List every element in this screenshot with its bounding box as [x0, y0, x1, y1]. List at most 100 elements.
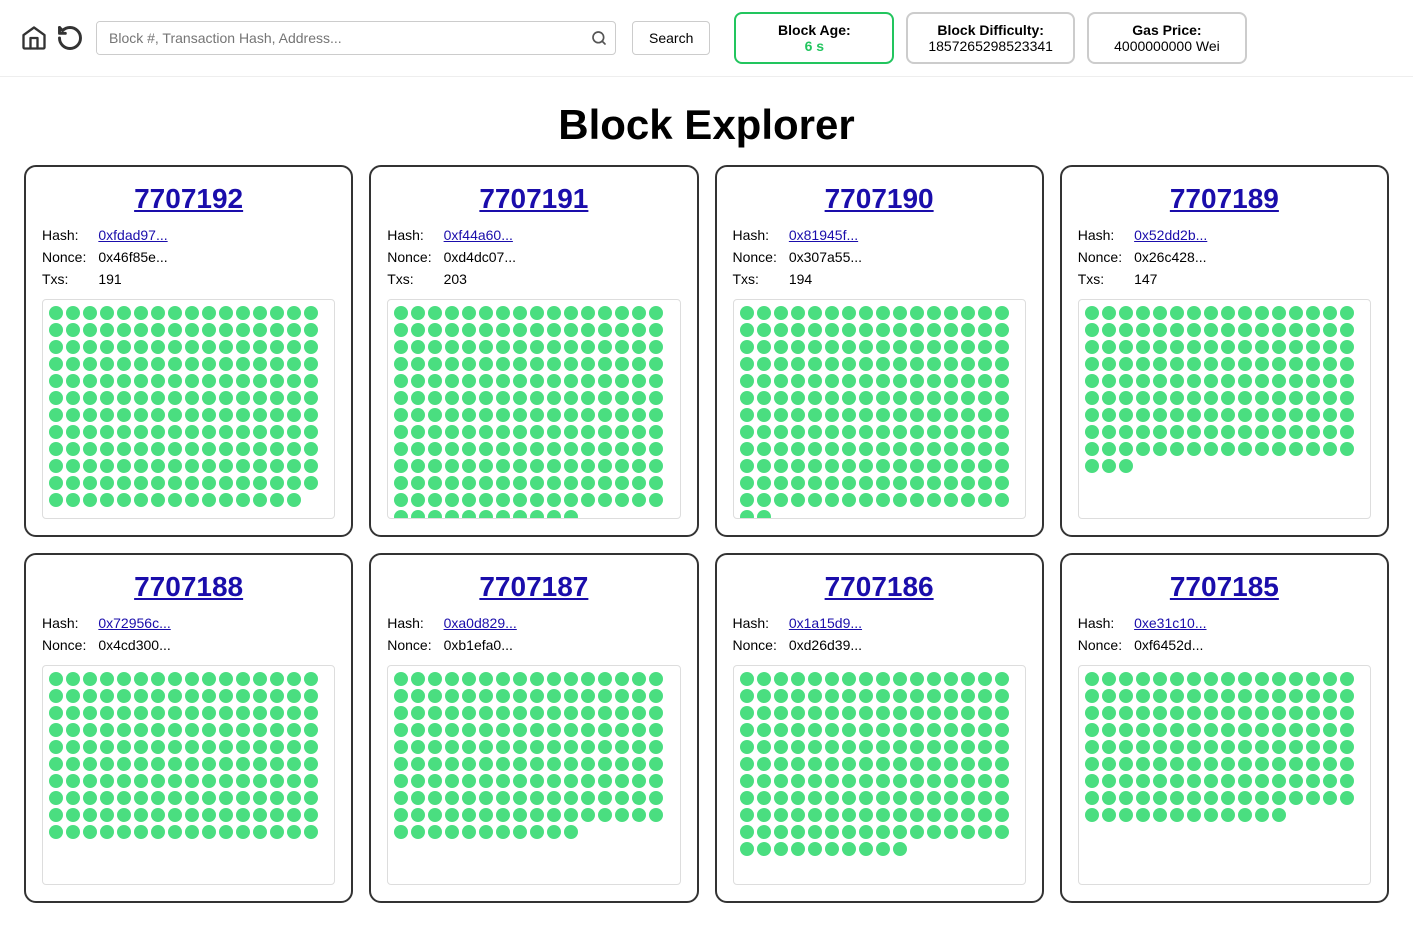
tx-dot [66, 672, 80, 686]
tx-dot [513, 459, 527, 473]
tx-dot [927, 706, 941, 720]
home-icon[interactable] [20, 24, 48, 52]
tx-dot [462, 510, 476, 519]
tx-dot [1102, 723, 1116, 737]
tx-dot [791, 723, 805, 737]
dot-grid-container[interactable] [733, 299, 1026, 519]
tx-dot [253, 340, 267, 354]
tx-dot [513, 493, 527, 507]
tx-dot [168, 340, 182, 354]
tx-dot [910, 791, 924, 805]
tx-dot [479, 357, 493, 371]
tx-dot [462, 808, 476, 822]
tx-dot [547, 425, 561, 439]
tx-dot [394, 391, 408, 405]
tx-dot [944, 374, 958, 388]
tx-dot [842, 791, 856, 805]
tx-dot [1136, 323, 1150, 337]
tx-dot [479, 757, 493, 771]
tx-dot [1306, 791, 1320, 805]
tx-dot [219, 442, 233, 456]
tx-dot [1340, 672, 1354, 686]
hash-value[interactable]: 0x72956c... [98, 615, 335, 631]
tx-dot [859, 672, 873, 686]
hash-value[interactable]: 0x1a15d9... [789, 615, 1026, 631]
hash-value[interactable]: 0xfdad97... [98, 227, 335, 243]
block-number-link[interactable]: 7707188 [42, 571, 335, 603]
tx-dot [1204, 740, 1218, 754]
tx-dot [1323, 374, 1337, 388]
tx-dot [876, 825, 890, 839]
tx-dot [513, 408, 527, 422]
tx-dot [1255, 442, 1269, 456]
tx-dot [287, 442, 301, 456]
dot-grid-container[interactable] [42, 299, 335, 519]
tx-dot [304, 391, 318, 405]
dot-grid-container[interactable] [1078, 665, 1371, 885]
tx-dot [134, 672, 148, 686]
tx-dot [513, 689, 527, 703]
txs-label: Txs: [733, 271, 777, 287]
tx-dot [632, 306, 646, 320]
tx-dot [791, 791, 805, 805]
tx-dot [219, 672, 233, 686]
tx-dot [83, 740, 97, 754]
tx-dot [394, 323, 408, 337]
tx-dot [547, 493, 561, 507]
tx-dot [961, 306, 975, 320]
hash-value[interactable]: 0xa0d829... [444, 615, 681, 631]
tx-dot [1255, 425, 1269, 439]
nonce-value: 0xd4dc07... [444, 249, 681, 265]
block-number-link[interactable]: 7707191 [387, 183, 680, 215]
block-number-link[interactable]: 7707192 [42, 183, 335, 215]
block-number-link[interactable]: 7707187 [387, 571, 680, 603]
tx-dot [740, 323, 754, 337]
tx-dot [1136, 706, 1150, 720]
dot-grid-container[interactable] [42, 665, 335, 885]
hash-value[interactable]: 0xf44a60... [444, 227, 681, 243]
hash-value[interactable]: 0x81945f... [789, 227, 1026, 243]
block-number-link[interactable]: 7707186 [733, 571, 1026, 603]
tx-dot [944, 323, 958, 337]
refresh-icon[interactable] [56, 24, 84, 52]
tx-dot [1289, 374, 1303, 388]
tx-dot [236, 723, 250, 737]
tx-dot [808, 374, 822, 388]
tx-dot [910, 323, 924, 337]
block-number-link[interactable]: 7707185 [1078, 571, 1371, 603]
tx-dot [598, 323, 612, 337]
tx-dot [893, 672, 907, 686]
hash-value[interactable]: 0xe31c10... [1134, 615, 1371, 631]
block-number-link[interactable]: 7707190 [733, 183, 1026, 215]
tx-dot [270, 706, 284, 720]
block-info: Hash: 0x72956c... Nonce: 0x4cd300... [42, 615, 335, 653]
tx-dot [66, 689, 80, 703]
tx-dot [893, 408, 907, 422]
dot-grid-container[interactable] [1078, 299, 1371, 519]
tx-dot [185, 459, 199, 473]
dot-grid-container[interactable] [733, 665, 1026, 885]
dot-grid-container[interactable] [387, 665, 680, 885]
tx-dot [394, 476, 408, 490]
tx-dot [168, 442, 182, 456]
tx-dot [1136, 740, 1150, 754]
tx-dot [100, 808, 114, 822]
tx-dot [530, 757, 544, 771]
search-input[interactable] [97, 22, 583, 54]
tx-dot [270, 723, 284, 737]
tx-dot [411, 391, 425, 405]
tx-dot [66, 357, 80, 371]
hash-value[interactable]: 0x52dd2b... [1134, 227, 1371, 243]
tx-dot [808, 774, 822, 788]
tx-dot [859, 825, 873, 839]
tx-dot [598, 459, 612, 473]
tx-dot [202, 374, 216, 388]
block-number-link[interactable]: 7707189 [1078, 183, 1371, 215]
tx-dot [1306, 391, 1320, 405]
search-button[interactable]: Search [632, 21, 710, 55]
tx-dot [1119, 459, 1133, 473]
search-icon-button[interactable] [583, 22, 615, 54]
tx-dot [978, 723, 992, 737]
tx-dot [1170, 706, 1184, 720]
dot-grid-container[interactable] [387, 299, 680, 519]
